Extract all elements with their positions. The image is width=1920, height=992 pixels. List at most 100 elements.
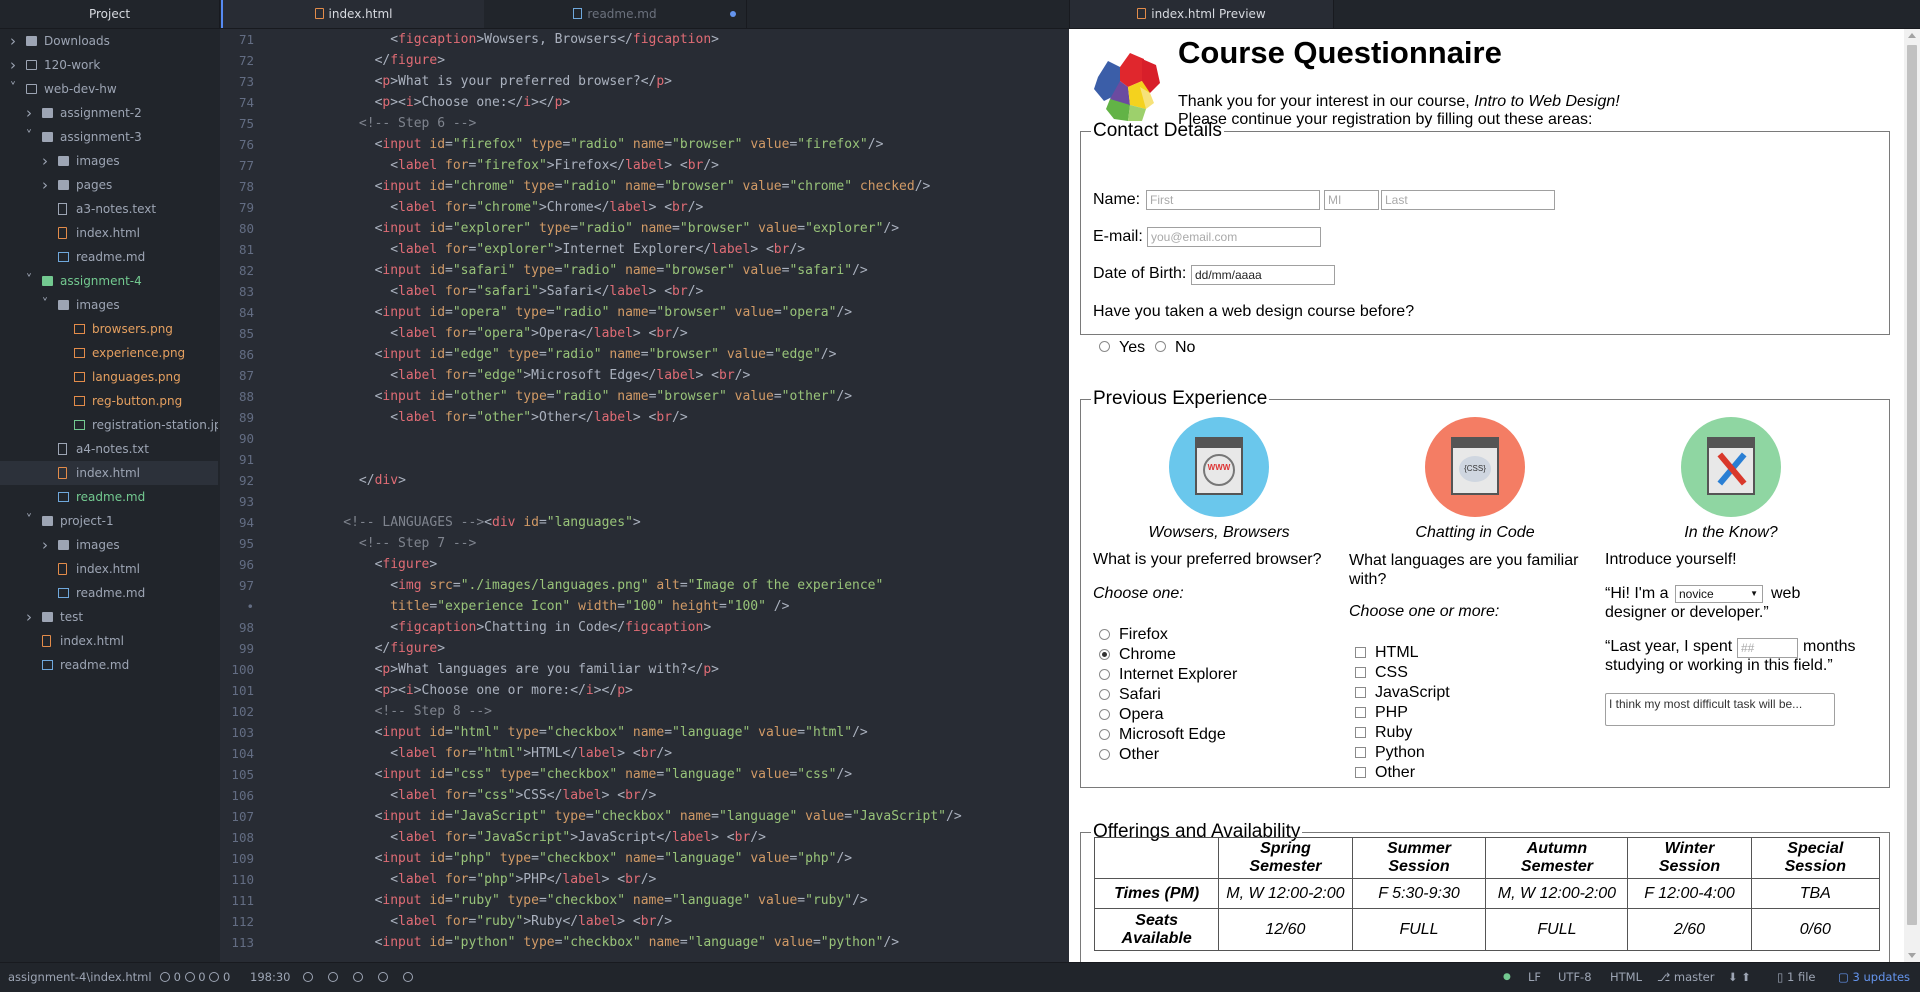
- tree-item[interactable]: a4-notes.txt: [0, 437, 218, 461]
- tree-item[interactable]: ˅ web-dev-hw: [0, 77, 218, 101]
- tree-item[interactable]: languages.png: [0, 365, 218, 389]
- tree-item[interactable]: experience.png: [0, 341, 218, 365]
- tab-index-html[interactable]: index.html: [221, 0, 484, 28]
- tree-item[interactable]: browsers.png: [0, 317, 218, 341]
- file-path[interactable]: assignment-4\index.html: [8, 963, 152, 992]
- code-line[interactable]: 106 <label for="css">CSS</label> <br/>: [220, 785, 1069, 806]
- contrast-icon[interactable]: [378, 972, 388, 982]
- tree-item[interactable]: reg-button.png: [0, 389, 218, 413]
- code-line[interactable]: 100 <p>What languages are you familiar w…: [220, 659, 1069, 680]
- code-line[interactable]: 96 <figure>: [220, 554, 1069, 575]
- browser-radio[interactable]: [1099, 749, 1110, 760]
- code-line[interactable]: 104 <label for="html">HTML</label> <br/>: [220, 743, 1069, 764]
- chevron-right-icon[interactable]: ›: [24, 101, 34, 125]
- tree-item[interactable]: ˅ project-1: [0, 509, 218, 533]
- chevron-right-icon[interactable]: ›: [8, 29, 18, 53]
- fetch-arrows-icon[interactable]: ⬇ ⬆: [1728, 963, 1751, 992]
- tree-item[interactable]: ˅ assignment-3: [0, 125, 218, 149]
- code-line[interactable]: 93: [220, 491, 1069, 512]
- tree-item[interactable]: a3-notes.text: [0, 197, 218, 221]
- refresh-icon[interactable]: [353, 972, 363, 982]
- code-line[interactable]: 75 <!-- Step 6 -->: [220, 113, 1069, 134]
- tree-item[interactable]: › Downloads: [0, 29, 218, 53]
- scroll-up-icon[interactable]: [1908, 33, 1916, 38]
- code-line[interactable]: 113 <input id="python" type="checkbox" n…: [220, 932, 1069, 953]
- browser-radio[interactable]: [1099, 709, 1110, 720]
- code-line[interactable]: 105 <input id="css" type="checkbox" name…: [220, 764, 1069, 785]
- code-line[interactable]: • title="experience Icon" width="100" he…: [220, 596, 1069, 617]
- browser-radio[interactable]: [1099, 689, 1110, 700]
- tree-item[interactable]: › 120-work: [0, 53, 218, 77]
- code-line[interactable]: 87 <label for="edge">Microsoft Edge</lab…: [220, 365, 1069, 386]
- code-line[interactable]: 73 <p>What is your preferred browser?</p…: [220, 71, 1069, 92]
- code-line[interactable]: 91: [220, 449, 1069, 470]
- tree-item[interactable]: › test: [0, 605, 218, 629]
- browser-radio[interactable]: [1099, 629, 1110, 640]
- chevron-right-icon[interactable]: ›: [40, 149, 50, 173]
- tab-preview[interactable]: index.html Preview: [1069, 0, 1334, 28]
- scrollbar-thumb[interactable]: [1907, 45, 1917, 925]
- tree-item[interactable]: › images: [0, 533, 218, 557]
- changed-files[interactable]: ▯ 1 file: [1777, 963, 1815, 992]
- code-line[interactable]: 72 </figure>: [220, 50, 1069, 71]
- code-line[interactable]: 76 <input id="firefox" type="radio" name…: [220, 134, 1069, 155]
- code-line[interactable]: 85 <label for="opera">Opera</label> <br/…: [220, 323, 1069, 344]
- code-line[interactable]: 86 <input id="edge" type="radio" name="b…: [220, 344, 1069, 365]
- tree-item[interactable]: › images: [0, 149, 218, 173]
- modified-dot-icon[interactable]: [730, 11, 736, 17]
- tree-item[interactable]: index.html: [0, 461, 218, 485]
- browser-radio[interactable]: [1099, 729, 1110, 740]
- code-line[interactable]: 108 <label for="JavaScript">JavaScript</…: [220, 827, 1069, 848]
- code-line[interactable]: 103 <input id="html" type="checkbox" nam…: [220, 722, 1069, 743]
- code-line[interactable]: 97 <img src="./images/languages.png" alt…: [220, 575, 1069, 596]
- encoding[interactable]: UTF-8: [1558, 963, 1592, 992]
- language-checkbox[interactable]: [1355, 647, 1366, 658]
- code-line[interactable]: 98 <figcaption>Chatting in Code</figcapt…: [220, 617, 1069, 638]
- dob-input[interactable]: dd/mm/aaaa: [1191, 265, 1335, 285]
- chevron-right-icon[interactable]: ›: [40, 533, 50, 557]
- code-line[interactable]: 110 <label for="php">PHP</label> <br/>: [220, 869, 1069, 890]
- tree-item[interactable]: readme.md: [0, 485, 218, 509]
- tree-item[interactable]: index.html: [0, 629, 218, 653]
- tab-project[interactable]: Project: [0, 0, 220, 28]
- tick-icon[interactable]: [403, 972, 413, 982]
- level-select[interactable]: novice ▼: [1675, 585, 1763, 603]
- chevron-down-icon[interactable]: ˅: [24, 509, 34, 533]
- chevron-right-icon[interactable]: ›: [40, 173, 50, 197]
- browser-radio[interactable]: [1099, 669, 1110, 680]
- tree-item[interactable]: index.html: [0, 221, 218, 245]
- cursor-position[interactable]: 198:30: [250, 963, 290, 992]
- chevron-down-icon[interactable]: ˅: [8, 77, 18, 101]
- tree-item[interactable]: index.html: [0, 557, 218, 581]
- code-line[interactable]: 102 <!-- Step 8 -->: [220, 701, 1069, 722]
- emoji-icon[interactable]: [328, 972, 338, 982]
- no-radio[interactable]: [1155, 341, 1166, 352]
- updates[interactable]: ▢ 3 updates: [1838, 963, 1910, 992]
- chevron-right-icon[interactable]: ›: [8, 53, 18, 77]
- code-line[interactable]: 90: [220, 428, 1069, 449]
- sync-icon[interactable]: [303, 972, 313, 982]
- code-line[interactable]: 71 <figcaption>Wowsers, Browsers</figcap…: [220, 29, 1069, 50]
- code-line[interactable]: 82 <input id="safari" type="radio" name=…: [220, 260, 1069, 281]
- tree-item[interactable]: ˅ images: [0, 293, 218, 317]
- code-line[interactable]: 89 <label for="other">Other</label> <br/…: [220, 407, 1069, 428]
- code-line[interactable]: 78 <input id="chrome" type="radio" name=…: [220, 176, 1069, 197]
- code-editor[interactable]: 71 <figcaption>Wowsers, Browsers</figcap…: [220, 29, 1069, 962]
- code-line[interactable]: 79 <label for="chrome">Chrome</label> <b…: [220, 197, 1069, 218]
- tree-item[interactable]: readme.md: [0, 245, 218, 269]
- chevron-down-icon[interactable]: ˅: [24, 125, 34, 149]
- code-line[interactable]: 92 </div>: [220, 470, 1069, 491]
- language-checkbox[interactable]: [1355, 667, 1366, 678]
- difficult-task-textarea[interactable]: I think my most difficult task will be..…: [1605, 693, 1835, 726]
- first-name-input[interactable]: First: [1146, 190, 1320, 210]
- code-line[interactable]: 101 <p><i>Choose one or more:</i></p>: [220, 680, 1069, 701]
- code-line[interactable]: 81 <label for="explorer">Internet Explor…: [220, 239, 1069, 260]
- yes-radio[interactable]: [1099, 341, 1110, 352]
- scroll-down-icon[interactable]: [1908, 953, 1916, 958]
- code-line[interactable]: 77 <label for="firefox">Firefox</label> …: [220, 155, 1069, 176]
- middle-initial-input[interactable]: MI: [1324, 190, 1379, 210]
- last-name-input[interactable]: Last: [1381, 190, 1555, 210]
- browser-radio[interactable]: [1099, 649, 1110, 660]
- code-line[interactable]: 83 <label for="safari">Safari</label> <b…: [220, 281, 1069, 302]
- tree-item[interactable]: › pages: [0, 173, 218, 197]
